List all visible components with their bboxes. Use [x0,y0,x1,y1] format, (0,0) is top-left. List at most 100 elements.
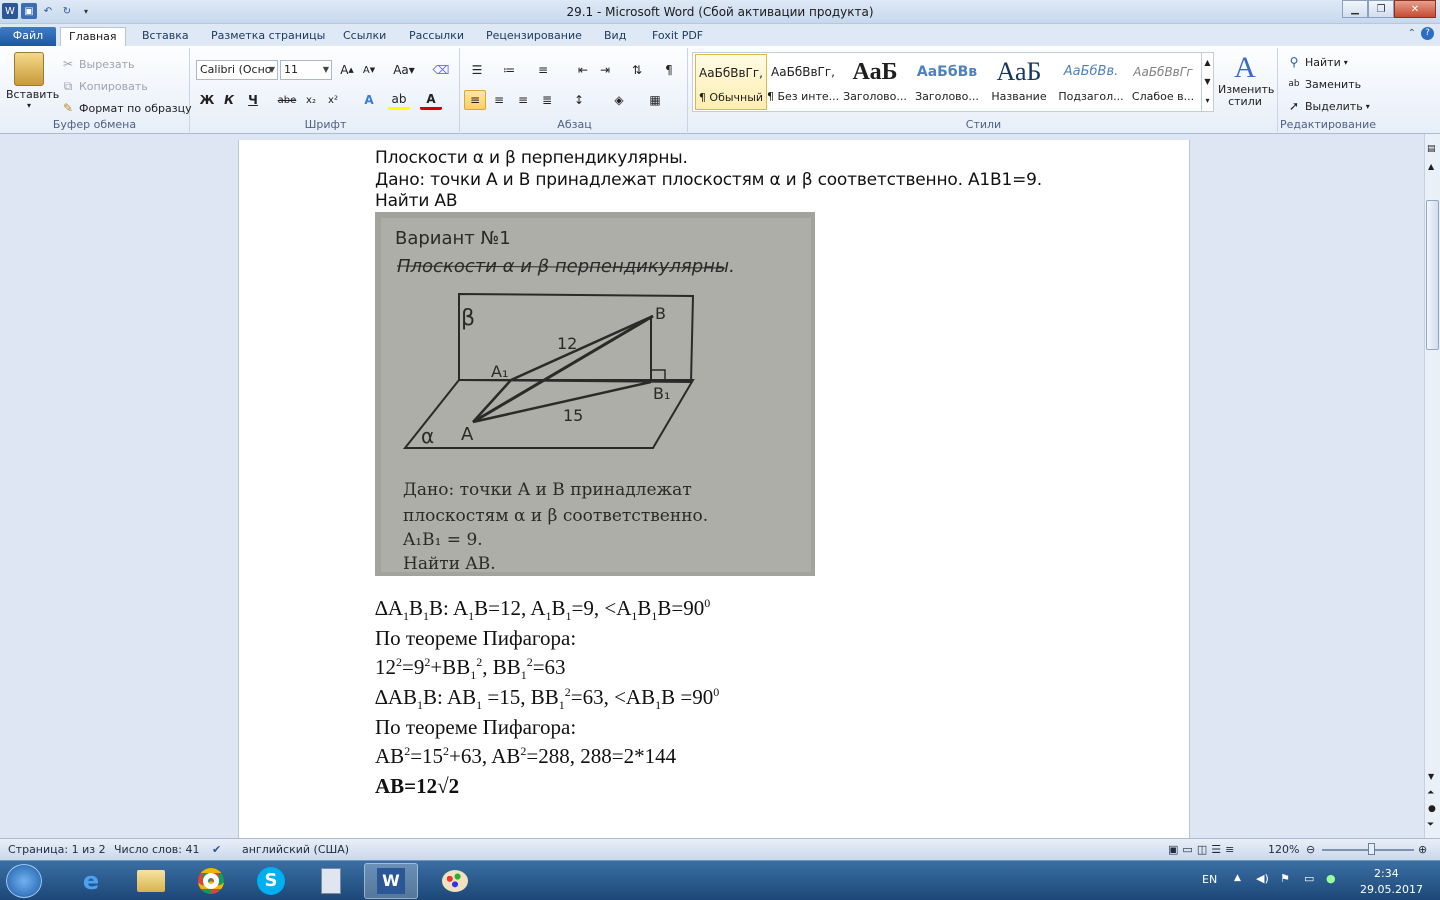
select-button[interactable]: ➚ Выделить ▾ [1286,98,1370,114]
taskbar-ie-icon[interactable]: e [64,863,118,899]
scroll-down-icon[interactable]: ▼ [1428,772,1434,781]
tray-volume-icon[interactable]: ◀) [1256,872,1269,885]
help-icon[interactable]: ? [1421,27,1434,40]
photo-heading: Плоскости α и β перпендикулярны. [397,256,735,277]
tab-page-layout[interactable]: Разметка страницы [203,27,333,46]
change-styles-button[interactable]: A Изменить стили [1218,52,1274,108]
scroll-up-icon[interactable]: ▲ [1428,162,1434,171]
web-layout-icon[interactable]: ◫ [1197,843,1207,856]
tray-date[interactable]: 29.05.2017 [1360,883,1423,896]
tab-view[interactable]: Вид [596,27,634,46]
tab-references[interactable]: Ссылки [335,27,394,46]
underline-button[interactable]: Ч [242,90,264,110]
taskbar-chrome-icon[interactable] [184,863,238,899]
replace-button[interactable]: ab Заменить [1286,76,1361,92]
tab-home[interactable]: Главная [60,27,126,46]
taskbar-skype-icon[interactable]: S [244,863,298,899]
text-effects-icon[interactable]: A [358,90,380,110]
italic-button[interactable]: К [218,90,240,110]
borders-icon[interactable]: ▦ [644,90,666,110]
language-indicator[interactable]: английский (США) [242,843,349,856]
word-count[interactable]: Число слов: 41 [114,843,200,856]
print-layout-icon[interactable]: ▣ [1168,843,1178,856]
tray-time[interactable]: 2:34 [1374,867,1399,880]
change-case-button[interactable]: Aa▾ [390,60,418,80]
font-size-combo[interactable]: 11 ▼ [280,60,332,80]
line-spacing-icon[interactable]: ↕ [568,90,590,110]
style-heading-1[interactable]: АаБ Заголово... [839,54,911,110]
close-button[interactable]: ✕ [1394,0,1436,18]
start-button[interactable] [6,864,42,898]
multilevel-list-icon[interactable]: ≡ [532,60,554,80]
browse-object-icon[interactable]: ● [1428,804,1436,814]
grow-font-button[interactable]: A ▲ [336,60,358,80]
tab-file[interactable]: Файл [0,27,56,46]
find-button[interactable]: ⚲ Найти ▾ [1286,54,1348,70]
taskbar-explorer-icon[interactable] [124,863,178,899]
superscript-button[interactable]: x² [322,90,344,110]
taskbar-calculator-icon[interactable] [304,863,358,899]
minimize-ribbon-icon[interactable]: ⌃ [1408,28,1416,39]
shading-icon[interactable]: ◈ [608,90,630,110]
full-screen-reading-icon[interactable]: ▭ [1182,843,1192,856]
style-subtitle[interactable]: АаБбВв. Подзагол... [1055,54,1127,110]
minimize-button[interactable]: ▁ [1342,0,1368,18]
zoom-level[interactable]: 120% [1268,843,1299,856]
problem-photo[interactable]: Вариант №1 Плоскости α и β перпендикуляр… [375,212,815,576]
increase-indent-icon[interactable]: ⇥ [594,60,616,80]
show-formatting-icon[interactable]: ¶ [658,60,680,80]
page-indicator[interactable]: Страница: 1 из 2 [8,843,106,856]
previous-page-icon[interactable]: ⏶ [1427,788,1434,798]
justify-icon[interactable]: ≣ [536,90,558,110]
tray-app-icon[interactable]: ● [1326,872,1336,885]
zoom-out-icon[interactable]: ⊖ [1306,843,1315,856]
align-left-icon[interactable]: ≡ [464,90,486,110]
tray-network-icon[interactable]: ▭ [1304,872,1314,885]
zoom-slider-thumb[interactable] [1368,843,1375,855]
align-right-icon[interactable]: ≡ [512,90,534,110]
taskbar-paint-icon[interactable] [428,863,482,899]
taskbar-word-icon[interactable]: W [364,863,418,899]
tab-mailings[interactable]: Рассылки [401,27,472,46]
photo-given-4: Найти AB. [403,554,496,574]
sort-icon[interactable]: ⇅ [626,60,648,80]
font-name-combo[interactable]: Calibri (Осно ▼ [196,60,278,80]
document-page[interactable]: Плоскости α и β перпендикулярны. Дано: т… [238,140,1190,840]
tray-flag-icon[interactable]: ⚑ [1280,872,1290,885]
style-subtle-emphasis[interactable]: АаБбВвГг Слабое в... [1127,54,1199,110]
align-center-icon[interactable]: ≡ [488,90,510,110]
outline-icon[interactable]: ☰ [1211,843,1221,856]
tab-insert[interactable]: Вставка [134,27,197,46]
next-page-icon[interactable]: ⏷ [1427,820,1434,830]
tray-language[interactable]: EN [1202,873,1217,886]
style-title[interactable]: АаБ Название [983,54,1055,110]
bold-button[interactable]: Ж [196,90,218,110]
draft-icon[interactable]: ≡ [1225,843,1234,856]
style-heading-2[interactable]: АаБбВв Заголово... [911,54,983,110]
restore-button[interactable]: ❐ [1368,0,1394,18]
style-no-spacing[interactable]: АаБбВвГг, ¶ Без инте... [767,54,839,110]
tab-foxit-pdf[interactable]: Foxit PDF [644,27,711,46]
paste-button[interactable]: Вставить ▾ [6,52,59,110]
format-painter-button[interactable]: ✎ Формат по образцу [60,100,192,116]
ruler-toggle-icon[interactable]: ▤ [1427,144,1436,154]
shrink-font-button[interactable]: A ▼ [358,60,380,80]
tray-expand-icon[interactable]: ▲ [1234,873,1241,883]
proofing-icon[interactable]: ✔ [212,843,221,856]
cut-button[interactable]: ✂ Вырезать [60,56,135,72]
numbering-icon[interactable]: ≔ [498,60,520,80]
style-normal[interactable]: АаБбВвГг, ¶ Обычный [695,54,767,110]
scrollbar-thumb[interactable] [1426,200,1439,350]
subscript-button[interactable]: x₂ [300,90,322,110]
styles-scroll[interactable]: ▲ ▼ ▾ [1201,53,1213,111]
zoom-in-icon[interactable]: ⊕ [1418,843,1427,856]
vertical-scrollbar[interactable]: ▤ ▲ ▼ ⏶ ● ⏷ [1424,134,1440,838]
decrease-indent-icon[interactable]: ⇤ [572,60,594,80]
clear-formatting-icon[interactable]: ⌫ [430,60,452,80]
strikethrough-button[interactable]: abe [276,90,298,110]
tab-review[interactable]: Рецензирование [478,27,590,46]
copy-button[interactable]: ⧉ Копировать [60,78,148,94]
font-color-icon[interactable]: A [420,90,442,110]
bullets-icon[interactable]: ☰ [466,60,488,80]
highlight-icon[interactable]: ab [388,90,410,110]
